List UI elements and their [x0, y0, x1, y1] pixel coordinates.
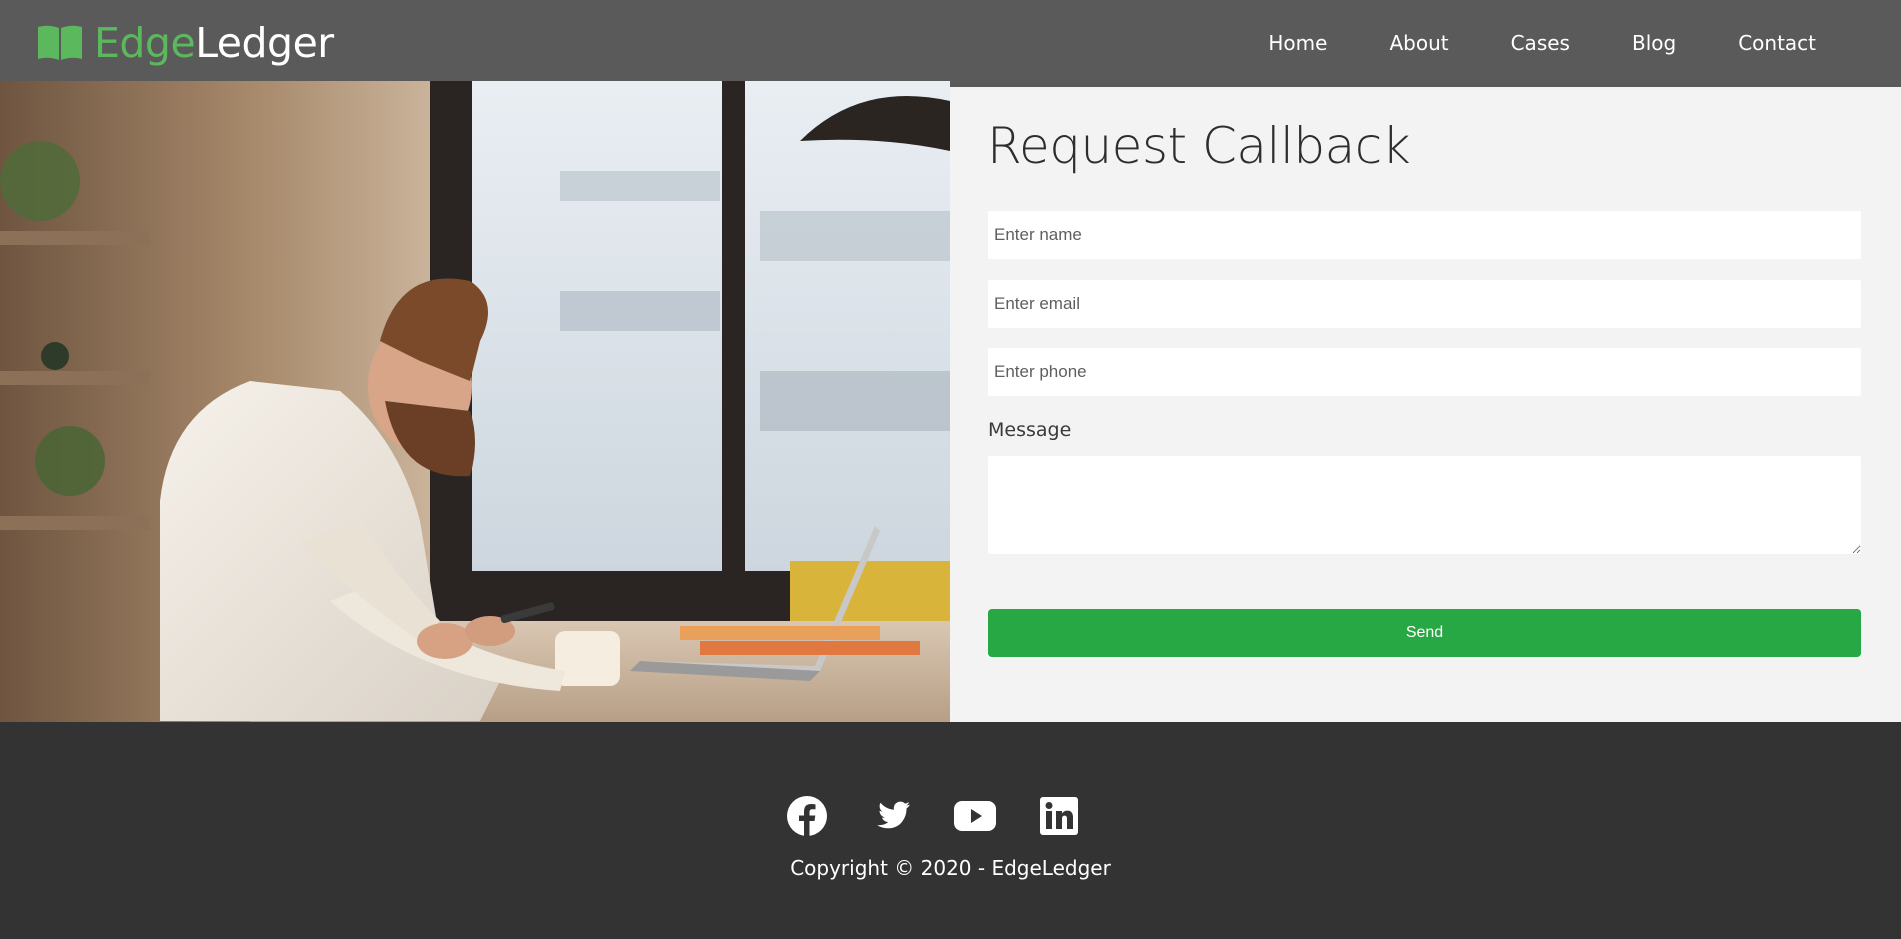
brand-name: EdgeLedger [94, 18, 334, 68]
social-links [786, 795, 1080, 837]
linkedin-link[interactable] [1038, 795, 1080, 837]
copyright-text: Copyright © 2020 - EdgeLedger [790, 856, 1111, 880]
send-button[interactable]: Send [988, 609, 1861, 657]
email-input[interactable] [988, 280, 1861, 328]
nav-home[interactable]: Home [1237, 0, 1358, 87]
site-footer: Copyright © 2020 - EdgeLedger [0, 722, 1901, 939]
main-nav: Home About Cases Blog Contact [1237, 0, 1847, 87]
man-using-phone-at-laptop-photo [0, 81, 950, 722]
nav-cases[interactable]: Cases [1480, 0, 1601, 87]
youtube-link[interactable] [954, 795, 996, 837]
message-textarea[interactable] [988, 456, 1861, 554]
brand-logo[interactable]: EdgeLedger [36, 18, 334, 68]
nav-blog[interactable]: Blog [1601, 0, 1707, 87]
hero-photo [0, 81, 950, 722]
nav-about[interactable]: About [1358, 0, 1479, 87]
nav-contact[interactable]: Contact [1707, 0, 1847, 87]
phone-input[interactable] [988, 348, 1861, 396]
site-header: EdgeLedger Home About Cases Blog Contact [0, 0, 1901, 87]
twitter-icon [877, 801, 910, 829]
name-input[interactable] [988, 211, 1861, 259]
form-title: Request Callback [987, 117, 1411, 175]
brand-name-rest: Ledger [195, 19, 334, 67]
facebook-link[interactable] [786, 795, 828, 837]
message-label: Message [988, 419, 1072, 441]
open-book-icon [38, 25, 82, 60]
brand-name-accent: Edge [94, 19, 196, 67]
twitter-link[interactable] [870, 795, 912, 837]
facebook-icon [787, 796, 827, 836]
linkedin-icon [1040, 797, 1078, 835]
callback-form-panel: Request Callback Message Send [950, 87, 1901, 722]
youtube-icon [954, 801, 996, 831]
